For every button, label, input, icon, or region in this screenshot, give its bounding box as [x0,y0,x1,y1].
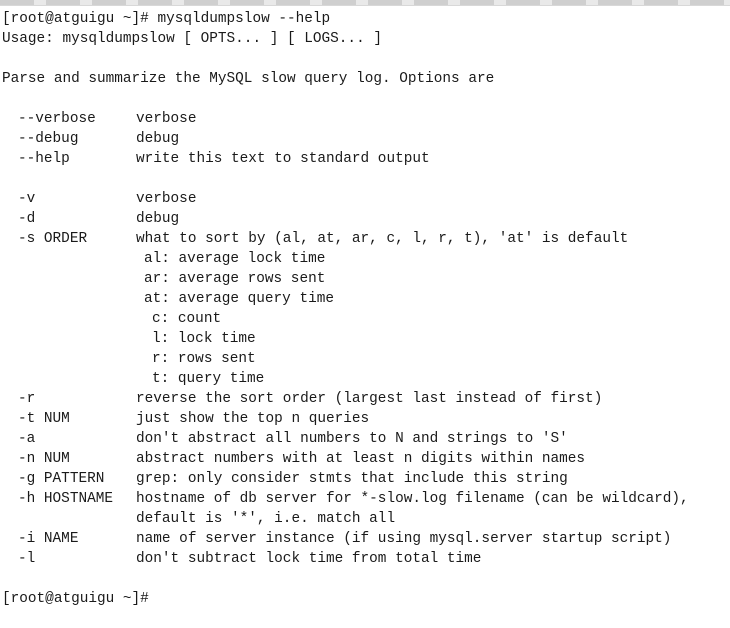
option-flag: --debug [18,131,79,147]
option-row-l: -l don't subtract lock time from total t… [2,549,728,569]
option-row-t: -t NUM just show the top n queries [2,409,728,429]
prompt-text: [root@atguigu ~]# [2,591,149,607]
option-row-h-continued: default is '*', i.e. match all [2,509,728,529]
sort-order-item: t: query time [2,369,728,389]
option-desc: what to sort by (al, at, ar, c, l, r, t)… [136,231,629,247]
summary-line: Parse and summarize the MySQL slow query… [2,71,495,87]
option-desc: don't subtract lock time from total time [136,551,482,567]
option-flag: -a [18,431,36,447]
option-flag: -i NAME [18,531,79,547]
sort-order-text: l: lock time [152,331,256,347]
option-flag: -h HOSTNAME [18,491,113,507]
option-desc: don't abstract all numbers to N and stri… [136,431,568,447]
option-flag: --verbose [18,111,96,127]
sort-order-text: t: query time [152,371,265,387]
sort-order-item: r: rows sent [2,349,728,369]
option-row-help: --help write this text to standard outpu… [2,149,728,169]
option-desc: hostname of db server for *-slow.log fil… [136,491,689,507]
sort-order-item: c: count [2,309,728,329]
option-desc: debug [136,211,180,227]
option-row-s: -s ORDER what to sort by (al, at, ar, c,… [2,229,728,249]
option-flag: -l [18,551,36,567]
option-desc: abstract numbers with at least n digits … [136,451,586,467]
option-desc: verbose [136,111,197,127]
option-row-n: -n NUM abstract numbers with at least n … [2,449,728,469]
terminal-output[interactable]: [root@atguigu ~]# mysqldumpslow --help U… [2,9,728,609]
sort-order-text: ar: average rows sent [144,271,326,287]
sort-order-item: ar: average rows sent [2,269,728,289]
option-desc-continued: default is '*', i.e. match all [136,511,396,527]
option-flag: -t NUM [18,411,70,427]
option-row-v: -v verbose [2,189,728,209]
option-row-verbose: --verbose verbose [2,109,728,129]
command-line: [root@atguigu ~]# mysqldumpslow --help [2,11,331,27]
sort-order-item: at: average query time [2,289,728,309]
sort-order-text: r: rows sent [152,351,256,367]
sort-order-item: al: average lock time [2,249,728,269]
option-row-h: -h HOSTNAME hostname of db server for *-… [2,489,728,509]
option-flag: -v [18,191,36,207]
option-desc: grep: only consider stmts that include t… [136,471,568,487]
option-desc: debug [136,131,180,147]
sort-order-text: at: average query time [144,291,334,307]
option-desc: just show the top n queries [136,411,370,427]
option-row-a: -a don't abstract all numbers to N and s… [2,429,728,449]
usage-line: Usage: mysqldumpslow [ OPTS... ] [ LOGS.… [2,31,382,47]
shell-prompt[interactable]: [root@atguigu ~]# [2,589,728,609]
option-flag: -s ORDER [18,231,88,247]
option-desc: reverse the sort order (largest last ins… [136,391,603,407]
option-row-i: -i NAME name of server instance (if usin… [2,529,728,549]
sort-order-item: l: lock time [2,329,728,349]
option-flag: -g PATTERN [18,471,105,487]
option-desc: write this text to standard output [136,151,430,167]
option-row-d: -d debug [2,209,728,229]
option-row-r: -r reverse the sort order (largest last … [2,389,728,409]
option-row-g: -g PATTERN grep: only consider stmts tha… [2,469,728,489]
window-top-edge [0,0,730,6]
option-desc: verbose [136,191,197,207]
sort-order-text: c: count [152,311,222,327]
option-desc: name of server instance (if using mysql.… [136,531,672,547]
option-flag: -r [18,391,36,407]
option-flag: -n NUM [18,451,70,467]
option-flag: -d [18,211,36,227]
sort-order-text: al: average lock time [144,251,326,267]
option-flag: --help [18,151,70,167]
option-row-debug: --debug debug [2,129,728,149]
